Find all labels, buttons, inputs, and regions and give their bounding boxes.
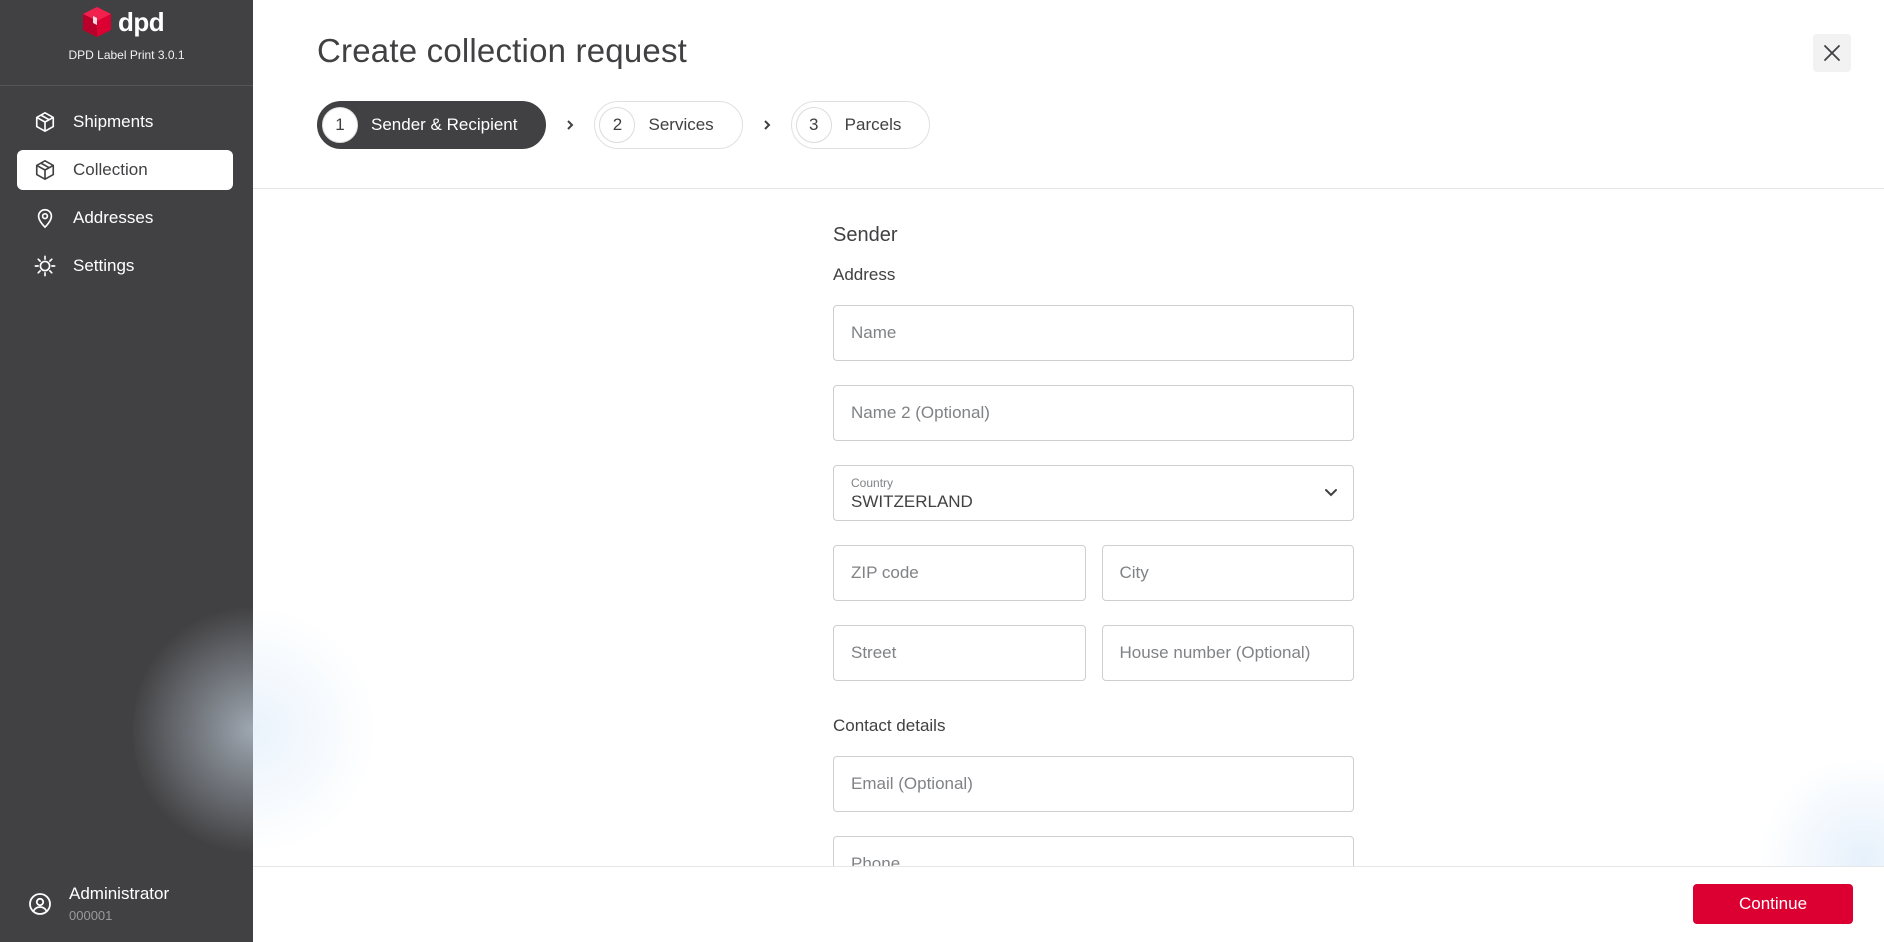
step-parcels[interactable]: 3 Parcels: [790, 101, 931, 149]
step-sender-recipient[interactable]: 1 Sender & Recipient: [317, 101, 547, 149]
app-version: DPD Label Print 3.0.1: [68, 48, 185, 62]
step-label: Sender & Recipient: [371, 115, 518, 134]
country-select[interactable]: Country SWITZERLAND: [833, 465, 1354, 521]
user-circle-icon: [29, 892, 51, 915]
phone-field[interactable]: [833, 836, 1354, 866]
section-title: Sender: [833, 224, 898, 246]
street-input[interactable]: [851, 643, 1068, 663]
header-divider: [253, 188, 1884, 189]
main-content: Create collection request 1 Sender & Rec…: [133, 0, 1884, 942]
street-row: [833, 625, 1354, 705]
close-icon: [1824, 45, 1840, 61]
sidebar-item-addresses[interactable]: Addresses: [17, 198, 233, 238]
step-number: 3: [795, 107, 832, 143]
sidebar-item-label: Settings: [73, 256, 135, 275]
user-text: Administrator 000001: [69, 884, 169, 923]
country-label: Country: [851, 476, 894, 490]
city-input[interactable]: [1119, 563, 1336, 583]
step-separator: [743, 119, 791, 131]
step-services[interactable]: 2 Services: [594, 101, 743, 149]
contact-heading: Contact details: [833, 716, 946, 735]
name-field[interactable]: [833, 305, 1354, 361]
sidebar-item-settings[interactable]: Settings: [17, 246, 233, 286]
step-separator: [546, 119, 594, 131]
step-label: Parcels: [844, 115, 902, 134]
user-profile[interactable]: Administrator 000001: [28, 884, 169, 923]
house-number-field[interactable]: [1101, 625, 1354, 681]
sender-form: Sender Address Country SWITZERLAND: [833, 224, 1354, 866]
sidebar-item-shipments[interactable]: Shipments: [17, 102, 233, 142]
email-field[interactable]: [833, 756, 1354, 812]
chevron-down-icon: [1325, 489, 1337, 497]
zip-field[interactable]: [833, 545, 1086, 601]
sidebar: dpd DPD Label Print 3.0.1 Shipments Coll…: [0, 0, 253, 942]
city-field[interactable]: [1101, 545, 1354, 601]
name2-input[interactable]: [851, 403, 1336, 423]
address-heading: Address: [833, 265, 896, 284]
page-title: Create collection request: [317, 32, 688, 69]
chevron-right-icon: [567, 120, 574, 130]
footer-bar: Continue: [253, 866, 1884, 942]
sidebar-item-label: Collection: [73, 160, 148, 179]
brand-header: dpd DPD Label Print 3.0.1: [0, 0, 253, 86]
chevron-right-icon: [763, 120, 771, 130]
zip-city-row: [833, 545, 1354, 625]
step-number: 2: [599, 107, 636, 143]
name2-field[interactable]: [833, 385, 1354, 441]
user-id: 000001: [69, 908, 113, 923]
dpd-logo: dpd: [80, 5, 165, 39]
email-input[interactable]: [851, 774, 1336, 794]
house-number-input[interactable]: [1119, 643, 1336, 663]
package-icon: [33, 110, 57, 134]
country-value: SWITZERLAND: [851, 492, 973, 511]
phone-input[interactable]: [851, 854, 1336, 866]
dpd-cube-icon: [83, 7, 111, 37]
zip-input[interactable]: [851, 563, 1068, 583]
sidebar-nav: Shipments Collection Addresses Settings: [17, 102, 233, 294]
location-pin-icon: [33, 206, 57, 230]
step-number: 1: [322, 107, 358, 143]
close-button[interactable]: [1813, 34, 1851, 72]
package-icon: [33, 158, 57, 182]
sidebar-item-label: Addresses: [73, 208, 154, 227]
user-name: Administrator: [69, 884, 170, 903]
gear-icon: [33, 254, 57, 278]
name-input[interactable]: [851, 323, 1336, 343]
stepper: 1 Sender & Recipient 2 Services 3 Parcel…: [317, 101, 931, 149]
sidebar-item-collection[interactable]: Collection: [17, 150, 233, 190]
step-label: Services: [648, 115, 714, 134]
street-field[interactable]: [833, 625, 1086, 681]
continue-button[interactable]: Continue: [1693, 884, 1853, 924]
logo-text: dpd: [118, 6, 165, 37]
sidebar-item-label: Shipments: [73, 112, 154, 131]
